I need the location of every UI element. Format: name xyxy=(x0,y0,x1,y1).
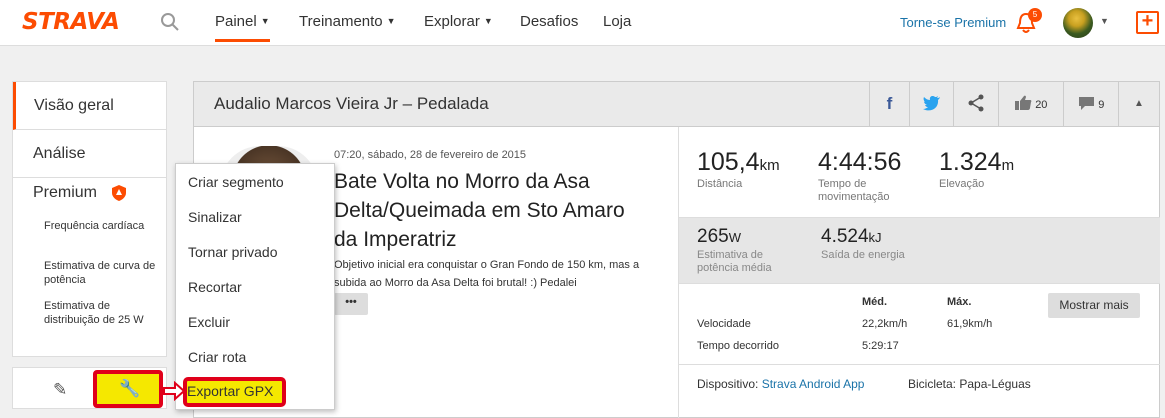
chevron-down-icon[interactable]: ▼ xyxy=(1100,16,1109,26)
elevation-unit: m xyxy=(1001,157,1015,174)
energy-label: Saída de energia xyxy=(821,249,905,261)
show-more-button[interactable]: Mostrar mais xyxy=(1048,293,1140,318)
actions-dropdown-menu: Criar segmento Sinalizar Tornar privado … xyxy=(175,163,335,410)
menu-item-crop[interactable]: Recortar xyxy=(188,279,242,295)
become-premium-link[interactable]: Torne-se Premium xyxy=(900,15,1006,30)
device-info: Dispositivo: Strava Android App xyxy=(697,377,864,391)
menu-item-make-private[interactable]: Tornar privado xyxy=(188,244,278,260)
elevation-label: Elevação xyxy=(939,178,985,190)
activity-sidebar: Visão geral Análise Premium Frequência c… xyxy=(12,81,167,357)
pencil-icon[interactable]: ✎ xyxy=(53,380,67,400)
twitter-icon xyxy=(922,96,940,111)
energy-unit: kJ xyxy=(868,230,882,245)
nav-item-painel[interactable]: Painel ▼ xyxy=(215,13,270,42)
twitter-share-button[interactable] xyxy=(909,82,953,126)
stat-distance: 105,4km Distância xyxy=(697,148,780,191)
stat-elevation: 1.324m Elevação xyxy=(939,148,1014,191)
row-speed-max: 61,9km/h xyxy=(947,318,993,330)
collapse-button[interactable]: ▲ xyxy=(1118,82,1159,126)
activity-header-title: Audalio Marcos Vieira Jr – Pedalada xyxy=(214,94,489,113)
more-button[interactable]: ••• xyxy=(334,293,368,315)
divider xyxy=(679,364,1160,365)
power-value: 265 xyxy=(697,226,729,247)
menu-item-delete[interactable]: Excluir xyxy=(188,314,230,330)
row-elapsed-label: Tempo decorrido xyxy=(697,340,779,352)
top-navigation-bar: STRAVA Painel ▼ Treinamento ▼ Explorar ▼ De… xyxy=(0,0,1165,46)
kudos-button[interactable]: 20 xyxy=(998,82,1063,126)
share-icon xyxy=(968,94,984,112)
power-label: Estimativa de potência média xyxy=(697,249,772,274)
menu-item-create-route[interactable]: Criar rota xyxy=(188,349,246,365)
chevron-up-icon: ▲ xyxy=(1134,98,1144,109)
nav-item-explorar[interactable]: Explorar ▼ xyxy=(424,13,493,30)
moving-time-value: 4:44:56 xyxy=(818,148,902,176)
distance-label: Distância xyxy=(697,178,743,190)
facebook-icon: f xyxy=(886,94,893,113)
row-speed-label: Velocidade xyxy=(697,318,751,330)
strava-logo[interactable]: STRAVA xyxy=(22,9,120,35)
activity-datetime: 07:20, sábado, 28 de fevereiro de 2015 xyxy=(334,149,527,161)
energy-value: 4.524 xyxy=(821,226,869,247)
share-button[interactable] xyxy=(953,82,998,126)
menu-item-export-gpx[interactable]: Exportar GPX xyxy=(187,383,273,399)
stat-moving-time: 4:44:56 Tempo de movimentação xyxy=(818,148,928,204)
device-label: Dispositivo: xyxy=(697,377,759,391)
chevron-down-icon: ▼ xyxy=(386,16,396,26)
notification-badge: 5 xyxy=(1028,8,1042,22)
chevron-down-icon: ▼ xyxy=(260,16,270,26)
nav-item-desafios[interactable]: Desafios xyxy=(520,13,578,30)
moving-time-label: Tempo de movimentação xyxy=(818,178,890,203)
activity-header: Audalio Marcos Vieira Jr – Pedalada f 20… xyxy=(194,82,1159,127)
row-speed-avg: 22,2km/h xyxy=(862,318,908,330)
stat-energy: 4.524kJ Saída de energia xyxy=(821,226,905,262)
sidebar-item-analysis[interactable]: Análise xyxy=(13,130,166,178)
comments-button[interactable]: 9 xyxy=(1063,82,1118,126)
sidebar-subitem-heart-rate[interactable]: Frequência cardíaca xyxy=(44,219,164,233)
distance-value: 105,4 xyxy=(697,148,760,176)
actions-wrench-button[interactable]: 🔧 xyxy=(93,370,163,408)
device-link[interactable]: Strava Android App xyxy=(762,377,865,391)
comments-count: 9 xyxy=(1098,99,1105,111)
menu-item-create-segment[interactable]: Criar segmento xyxy=(188,174,284,190)
sidebar-subitem-power-distribution[interactable]: Estimativa de distribuição de 25 W xyxy=(44,299,164,327)
comment-icon xyxy=(1078,97,1094,110)
distance-unit: km xyxy=(759,157,780,174)
wrench-icon: 🔧 xyxy=(119,379,141,398)
chevron-down-icon: ▼ xyxy=(483,16,493,26)
facebook-share-button[interactable]: f xyxy=(869,82,909,126)
stat-power: 265W Estimativa de potência média xyxy=(697,226,807,275)
power-unit: W xyxy=(728,230,741,245)
sidebar-premium-label[interactable]: Premium xyxy=(33,184,97,202)
sidebar-item-overview[interactable]: Visão geral xyxy=(13,82,166,130)
activity-description: Objetivo inicial era conquistar o Gran F… xyxy=(334,259,640,289)
user-avatar[interactable] xyxy=(1063,8,1093,38)
menu-item-flag[interactable]: Sinalizar xyxy=(188,209,242,225)
nav-item-treinamento[interactable]: Treinamento ▼ xyxy=(299,13,396,30)
column-header-max: Máx. xyxy=(947,296,972,308)
activity-title: Bate Volta no Morro da Asa Delta/Queimad… xyxy=(334,170,625,251)
search-icon[interactable] xyxy=(160,12,180,32)
sidebar-subitem-power-curve[interactable]: Estimativa de curva de potência xyxy=(44,259,164,287)
column-header-avg: Méd. xyxy=(862,296,888,308)
bike-info: Bicicleta: Papa-Léguas xyxy=(908,377,1031,391)
upload-plus-button[interactable]: + xyxy=(1136,11,1159,34)
elevation-value: 1.324 xyxy=(939,148,1002,176)
premium-shield-icon xyxy=(112,185,126,201)
row-elapsed-avg: 5:29:17 xyxy=(862,340,899,352)
nav-item-loja[interactable]: Loja xyxy=(603,13,631,30)
thumbs-up-icon xyxy=(1014,95,1031,110)
arrow-right-icon xyxy=(163,381,186,401)
kudos-count: 20 xyxy=(1035,99,1048,111)
